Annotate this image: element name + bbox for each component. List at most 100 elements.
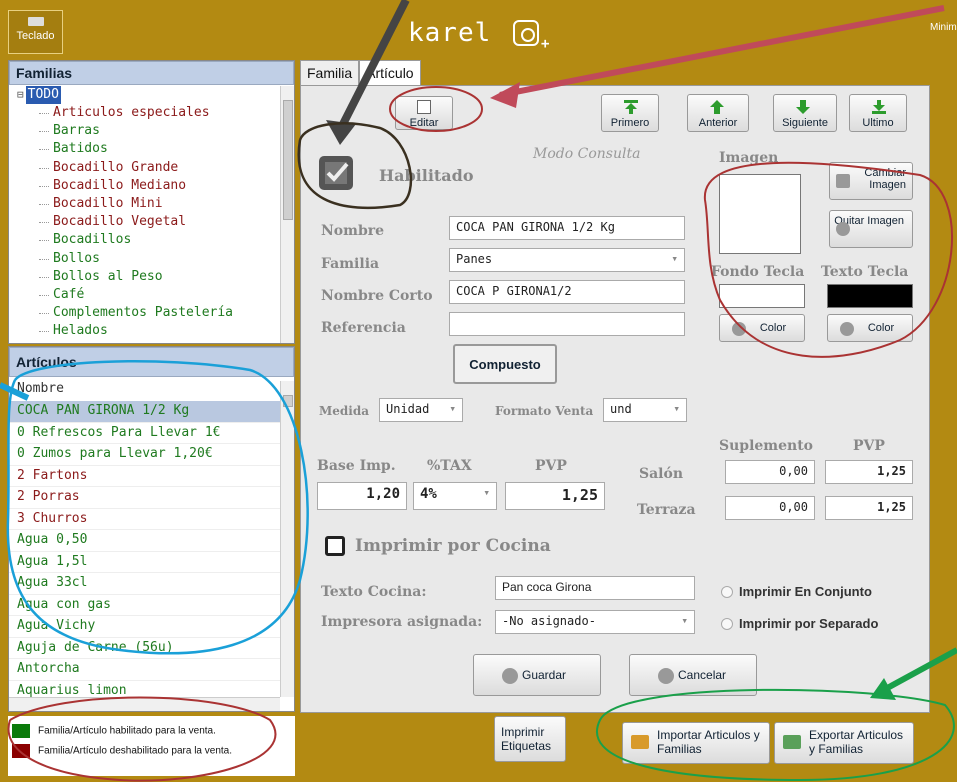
family-item[interactable]: Complementos Pastelería bbox=[17, 304, 280, 322]
article-item[interactable]: Agua Vichy bbox=[9, 616, 280, 638]
terraza-pvp-input[interactable]: 1,25 bbox=[825, 496, 913, 520]
legend: Familia/Artículo habilitado para la vent… bbox=[8, 716, 295, 776]
family-item[interactable]: Barras bbox=[17, 122, 280, 140]
family-select[interactable]: Panes bbox=[449, 248, 685, 272]
tax-label: %TAX bbox=[427, 458, 472, 474]
first-label: Primero bbox=[610, 117, 650, 129]
article-item[interactable]: 2 Porras bbox=[9, 487, 280, 509]
family-item[interactable]: Bocadillo Vegetal bbox=[17, 213, 280, 231]
family-item[interactable]: Bocadillo Grande bbox=[17, 159, 280, 177]
tab-articulo[interactable]: Artículo bbox=[359, 60, 421, 85]
article-item[interactable]: 0 Refrescos Para Llevar 1€ bbox=[9, 423, 280, 444]
first-button[interactable]: Primero bbox=[601, 94, 659, 132]
enabled-checkbox[interactable] bbox=[319, 156, 353, 190]
key-text-color-label: Color bbox=[867, 322, 895, 334]
printer-select[interactable]: -No asignado- bbox=[495, 610, 695, 634]
family-item[interactable]: Café bbox=[17, 286, 280, 304]
minimize-button[interactable]: Minim bbox=[930, 22, 957, 33]
article-item[interactable]: Agua 1,5l bbox=[9, 552, 280, 573]
change-image-label: Cambiar Imagen bbox=[864, 167, 906, 191]
articles-hscrollbar[interactable] bbox=[9, 697, 280, 711]
family-item[interactable]: Bollos al Peso bbox=[17, 268, 280, 286]
key-bg-color-label: Color bbox=[759, 322, 787, 334]
article-item[interactable]: Agua 0,50 bbox=[9, 530, 280, 552]
article-item[interactable]: Aquarius limon bbox=[9, 681, 280, 698]
family-label: Familia bbox=[321, 256, 380, 272]
import-button[interactable]: Importar Articulos y Familias bbox=[622, 722, 770, 764]
key-text-color-button[interactable]: Color bbox=[827, 314, 913, 342]
collapse-icon[interactable]: ⊟ bbox=[17, 88, 24, 101]
terraza-supplement-input[interactable]: 0,00 bbox=[725, 496, 815, 520]
base-input[interactable]: 1,20 bbox=[317, 482, 407, 510]
article-item[interactable]: 0 Zumos para Llevar 1,20€ bbox=[9, 444, 280, 466]
article-item[interactable]: 2 Fartons bbox=[9, 466, 280, 487]
cancel-button[interactable]: Cancelar bbox=[629, 654, 757, 696]
key-text-swatch bbox=[827, 284, 913, 308]
remove-image-button[interactable]: Quitar Imagen bbox=[829, 210, 913, 248]
family-item[interactable]: Batidos bbox=[17, 140, 280, 158]
article-item[interactable]: COCA PAN GIRONA 1/2 Kg bbox=[9, 401, 280, 423]
families-scrollbar[interactable] bbox=[280, 86, 294, 343]
keyboard-icon bbox=[27, 17, 44, 26]
print-separate-radio[interactable] bbox=[721, 618, 733, 630]
edit-button[interactable]: Editar bbox=[395, 96, 453, 130]
family-item[interactable]: Bocadillos bbox=[17, 231, 280, 249]
last-button[interactable]: Ultimo bbox=[849, 94, 907, 132]
next-label: Siguiente bbox=[782, 117, 828, 129]
next-button[interactable]: Siguiente bbox=[773, 94, 837, 132]
tax-select[interactable]: 4% bbox=[413, 482, 497, 510]
image-label: Imagen bbox=[719, 150, 779, 166]
kitchen-text-input[interactable]: Pan coca Girona bbox=[495, 576, 695, 600]
measure-value: Unidad bbox=[386, 402, 430, 416]
legend-enabled: Familia/Artículo habilitado para la vent… bbox=[38, 725, 216, 737]
measure-select[interactable]: Unidad bbox=[379, 398, 463, 422]
article-item[interactable]: Agua 33cl bbox=[9, 573, 280, 595]
families-header: Familias bbox=[9, 61, 294, 85]
compuesto-button[interactable]: Compuesto bbox=[453, 344, 557, 384]
enabled-swatch bbox=[12, 724, 30, 738]
name-input[interactable]: COCA PAN GIRONA 1/2 Kg bbox=[449, 216, 685, 240]
terraza-label: Terraza bbox=[637, 502, 696, 518]
enabled-label: Habilitado bbox=[379, 166, 474, 185]
pvp-input[interactable]: 1,25 bbox=[505, 482, 605, 510]
families-tree: ⊟ TODO Articulos especiales Barras Batidos B… bbox=[9, 86, 280, 343]
family-item[interactable]: Bocadillo Mediano bbox=[17, 177, 280, 195]
export-button[interactable]: Exportar Articulos y Familias bbox=[774, 722, 914, 764]
family-item[interactable]: Bollos bbox=[17, 250, 280, 268]
reference-label: Referencia bbox=[321, 320, 406, 336]
family-item[interactable]: Bocadillo Mini bbox=[17, 195, 280, 213]
previous-button[interactable]: Anterior bbox=[687, 94, 749, 132]
cancel-icon bbox=[658, 668, 674, 684]
family-item[interactable]: Helados bbox=[17, 322, 280, 340]
short-name-input[interactable]: COCA P GIRONA1/2 bbox=[449, 280, 685, 304]
key-bg-color-button[interactable]: Color bbox=[719, 314, 805, 342]
kitchen-print-checkbox[interactable] bbox=[325, 536, 345, 556]
articles-header: Artículos bbox=[9, 347, 294, 377]
image-preview bbox=[719, 174, 801, 254]
key-text-label: Texto Tecla bbox=[821, 264, 909, 280]
articles-list: COCA PAN GIRONA 1/2 Kg 0 Refrescos Para L… bbox=[9, 401, 280, 697]
tax-value: 4% bbox=[420, 486, 437, 502]
sale-format-value: und bbox=[610, 402, 632, 416]
printer-value: -No asignado- bbox=[502, 614, 596, 628]
tree-root[interactable]: TODO bbox=[25, 86, 61, 104]
sale-format-select[interactable]: und bbox=[603, 398, 687, 422]
salon-pvp-input[interactable]: 1,25 bbox=[825, 460, 913, 484]
articles-column-header[interactable]: Nombre bbox=[17, 381, 64, 396]
article-item[interactable]: Aguja de Carne (56u) bbox=[9, 638, 280, 659]
print-together-radio[interactable] bbox=[721, 586, 733, 598]
reference-input[interactable] bbox=[449, 312, 685, 336]
change-image-button[interactable]: Cambiar Imagen bbox=[829, 162, 913, 200]
article-item[interactable]: Agua con gas bbox=[9, 595, 280, 616]
tab-familia[interactable]: Familia bbox=[300, 60, 360, 86]
printer-label: Impresora asignada: bbox=[321, 614, 483, 630]
family-item[interactable]: Articulos especiales bbox=[17, 104, 280, 122]
articles-scrollbar[interactable] bbox=[280, 381, 294, 697]
print-labels-button[interactable]: Imprimir Etiquetas bbox=[494, 716, 566, 762]
article-item[interactable]: 3 Churros bbox=[9, 509, 280, 530]
keyboard-button[interactable]: Teclado bbox=[8, 10, 63, 54]
salon-supplement-input[interactable]: 0,00 bbox=[725, 460, 815, 484]
save-button[interactable]: Guardar bbox=[473, 654, 601, 696]
first-icon bbox=[624, 100, 638, 114]
article-item[interactable]: Antorcha bbox=[9, 659, 280, 681]
